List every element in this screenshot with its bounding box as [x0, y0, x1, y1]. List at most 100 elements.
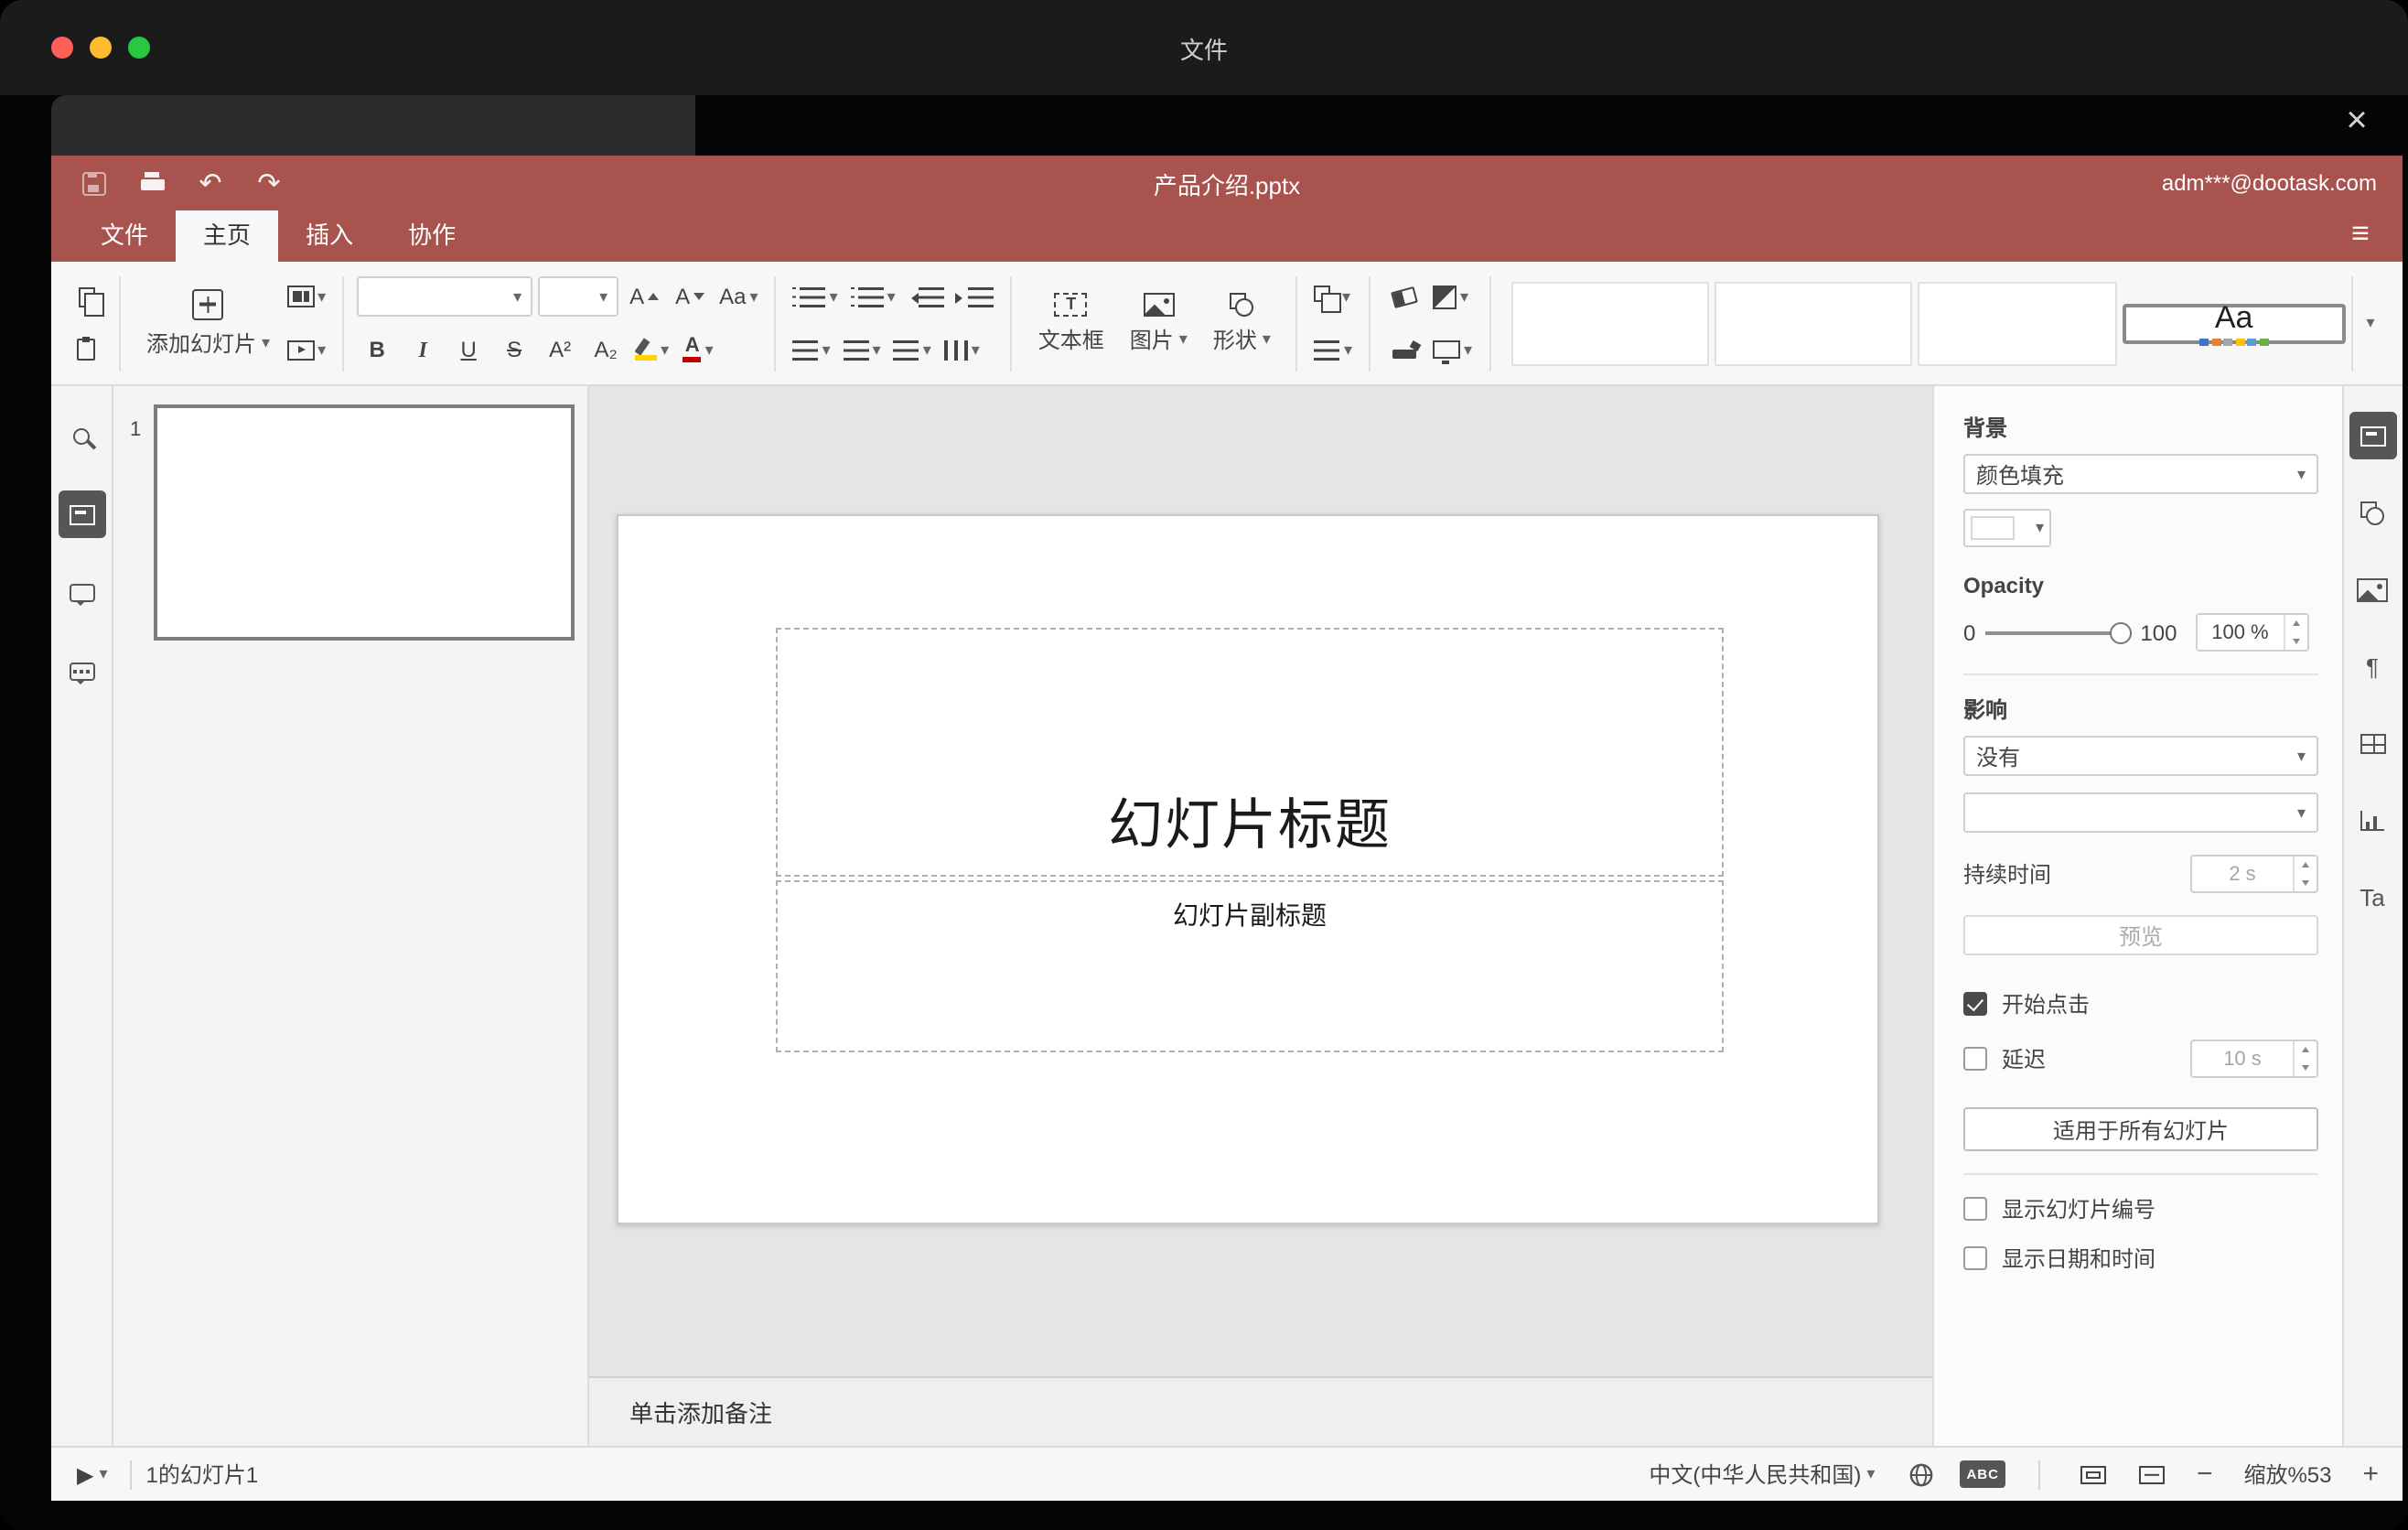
- copy-style-button[interactable]: [1383, 328, 1424, 372]
- fit-width-button[interactable]: [2133, 1454, 2173, 1494]
- spinner-down-button[interactable]: [2284, 632, 2306, 650]
- apply-to-all-slides-button[interactable]: 适用于所有幻灯片: [1963, 1107, 2318, 1151]
- delay-value: 10 s: [2223, 1048, 2262, 1070]
- theme-tile-selected[interactable]: Aa: [2122, 301, 2347, 345]
- opacity-slider[interactable]: [1984, 621, 2132, 643]
- theme-gallery-expand-button[interactable]: ▾: [2351, 275, 2388, 371]
- numbering-button[interactable]: ▾: [847, 275, 899, 318]
- close-icon[interactable]: ×: [2335, 99, 2379, 143]
- chevron-down-icon: ▾: [1464, 339, 1473, 358]
- theme-tile[interactable]: [1918, 281, 2117, 365]
- increase-font-button[interactable]: A: [624, 275, 664, 318]
- italic-button[interactable]: I: [403, 328, 443, 372]
- redo-button[interactable]: ↷: [253, 165, 285, 201]
- slides-panel-button[interactable]: [58, 490, 105, 538]
- delay-input[interactable]: 10 s: [2190, 1040, 2318, 1078]
- shape-settings-tab[interactable]: [2349, 489, 2396, 536]
- change-case-button[interactable]: Aa ▾: [715, 275, 761, 318]
- tab-file[interactable]: 文件: [73, 210, 176, 262]
- theme-tile[interactable]: [1714, 281, 1913, 365]
- spinner-up-button[interactable]: [2295, 857, 2317, 874]
- horizontal-align-button[interactable]: ▾: [790, 328, 834, 372]
- insert-textbox-button[interactable]: T 文本框: [1026, 270, 1117, 376]
- chart-settings-tab[interactable]: [2349, 796, 2396, 844]
- subscript-button[interactable]: A₂: [586, 328, 626, 372]
- opacity-input[interactable]: 100 %: [2195, 613, 2309, 652]
- image-settings-tab[interactable]: [2349, 566, 2396, 613]
- subtitle-placeholder[interactable]: 幻灯片副标题: [776, 880, 1724, 1052]
- slide[interactable]: 幻灯片标题 幻灯片副标题: [617, 514, 1879, 1224]
- tab-home[interactable]: 主页: [176, 210, 279, 262]
- language-select[interactable]: 中文(中华人民共和国) ▾: [1641, 1454, 1882, 1494]
- spinner-up-button[interactable]: [2295, 1041, 2317, 1059]
- arrange-shape-button[interactable]: ▾: [1311, 275, 1354, 318]
- undo-button[interactable]: ↶: [194, 165, 227, 201]
- line-spacing-button[interactable]: ▾: [890, 328, 935, 372]
- spinner-up-button[interactable]: [2284, 615, 2306, 632]
- font-name-combo[interactable]: ▾: [357, 276, 533, 317]
- vertical-align-button[interactable]: ▾: [840, 328, 885, 372]
- slide-size-button[interactable]: ▾: [1429, 328, 1476, 372]
- show-date-time-checkbox[interactable]: [1963, 1246, 1987, 1270]
- clear-style-button[interactable]: [1383, 275, 1424, 318]
- decrease-font-button[interactable]: A: [670, 275, 710, 318]
- highlight-color-button[interactable]: ▾: [631, 328, 672, 372]
- effect-option-select[interactable]: ▾: [1963, 792, 2318, 833]
- underline-button[interactable]: U: [448, 328, 489, 372]
- slide-thumbnail[interactable]: [154, 404, 575, 641]
- start-slideshow-button[interactable]: ▾: [283, 328, 329, 372]
- notes-area[interactable]: 单击添加备注: [589, 1376, 1932, 1446]
- font-color-button[interactable]: A ▾: [678, 328, 718, 372]
- superscript-button[interactable]: A²: [540, 328, 580, 372]
- insert-shape-button[interactable]: 形状 ▾: [1200, 270, 1284, 376]
- background-color-select[interactable]: ▾: [1963, 509, 2051, 547]
- start-on-click-checkbox[interactable]: [1963, 992, 1987, 1016]
- slide-settings-tab[interactable]: [2349, 412, 2396, 459]
- tab-insert[interactable]: 插入: [278, 210, 381, 262]
- strikeout-button[interactable]: S: [494, 328, 534, 372]
- slide-layout-button[interactable]: ▾: [283, 275, 329, 318]
- font-size-combo[interactable]: ▾: [538, 276, 619, 317]
- comments-button[interactable]: [58, 569, 105, 617]
- columns-button[interactable]: ▾: [941, 328, 984, 372]
- table-settings-tab[interactable]: [2349, 719, 2396, 767]
- textart-settings-tab[interactable]: Ta: [2349, 873, 2396, 921]
- delay-checkbox[interactable]: [1963, 1047, 1987, 1071]
- zoom-in-button[interactable]: +: [2357, 1459, 2384, 1490]
- title-placeholder[interactable]: 幻灯片标题: [776, 628, 1724, 877]
- paste-button[interactable]: [66, 328, 106, 372]
- shape-fill-button[interactable]: ▾: [1429, 275, 1472, 318]
- chart-icon: [2360, 810, 2384, 830]
- zoom-out-button[interactable]: −: [2191, 1459, 2219, 1490]
- show-slide-number-checkbox[interactable]: [1963, 1197, 1987, 1221]
- background-fill-select[interactable]: 颜色填充 ▾: [1963, 454, 2318, 494]
- spinner-down-button[interactable]: [2295, 874, 2317, 891]
- search-button[interactable]: [58, 412, 105, 459]
- print-button[interactable]: [135, 165, 168, 201]
- decrease-indent-button[interactable]: [905, 275, 949, 318]
- duration-input[interactable]: 2 s: [2190, 855, 2318, 893]
- insert-image-button[interactable]: 图片 ▾: [1117, 270, 1200, 376]
- increase-indent-button[interactable]: [954, 275, 998, 318]
- bullets-button[interactable]: ▾: [790, 275, 842, 318]
- slider-knob[interactable]: [2109, 621, 2132, 643]
- spinner-down-button[interactable]: [2295, 1059, 2317, 1076]
- fit-slide-button[interactable]: [2074, 1454, 2114, 1494]
- effect-select[interactable]: 没有 ▾: [1963, 736, 2318, 776]
- chat-button[interactable]: [58, 648, 105, 695]
- menu-icon[interactable]: ≡: [2340, 210, 2381, 262]
- spell-check-button[interactable]: ABC: [1959, 1460, 2006, 1488]
- preview-button[interactable]: 预览: [1963, 915, 2318, 955]
- start-slideshow-status-button[interactable]: ▶ ▾: [70, 1454, 115, 1494]
- tab-collaboration[interactable]: 协作: [381, 210, 483, 262]
- copy-icon: [78, 286, 103, 316]
- bold-button[interactable]: B: [357, 328, 397, 372]
- add-slide-button[interactable]: 添加幻灯片 ▾: [134, 270, 283, 376]
- paragraph-settings-tab[interactable]: ¶: [2349, 642, 2396, 690]
- copy-button[interactable]: [66, 275, 106, 318]
- undo-icon: ↶: [199, 168, 222, 199]
- theme-tile[interactable]: [1510, 281, 1709, 365]
- save-button[interactable]: [77, 165, 110, 201]
- document-language-button[interactable]: [1900, 1454, 1940, 1494]
- align-shape-button[interactable]: ▾: [1311, 328, 1356, 372]
